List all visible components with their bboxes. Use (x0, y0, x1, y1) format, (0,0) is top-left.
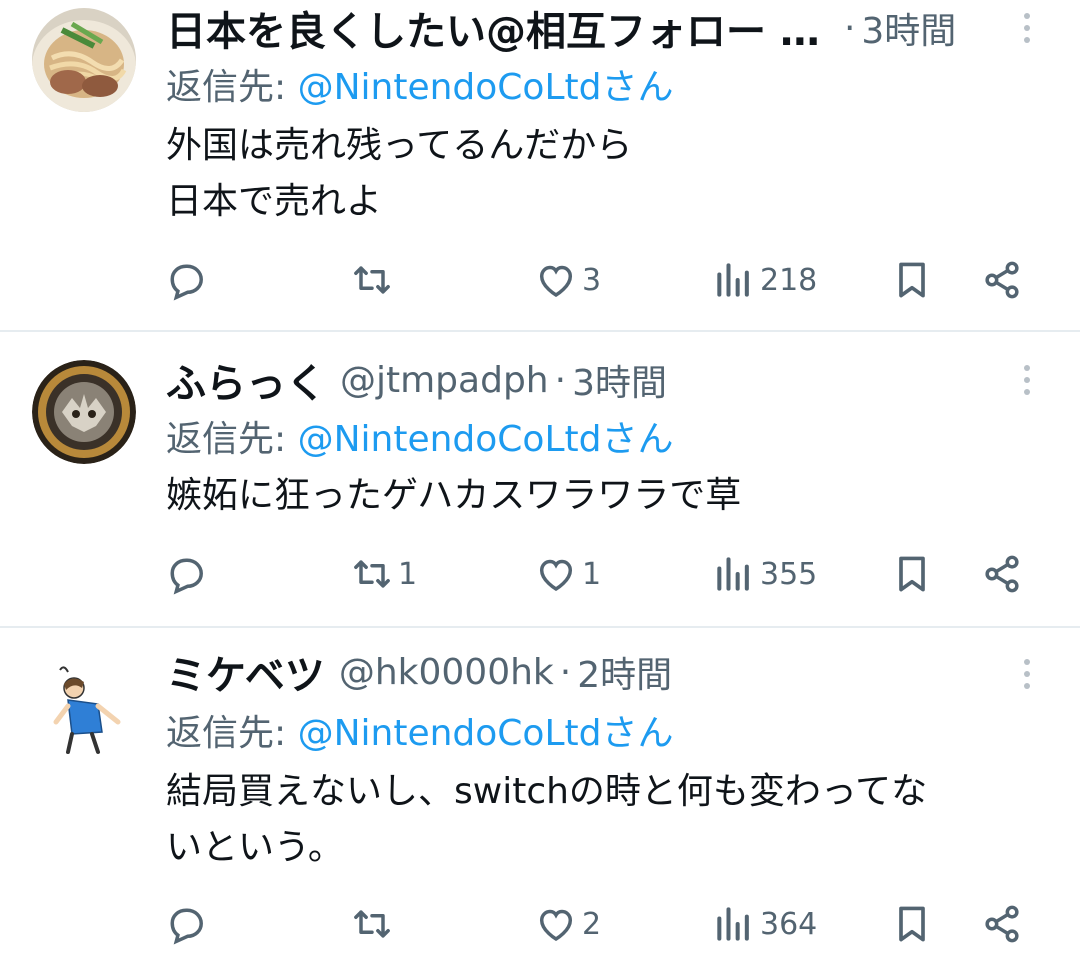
bookmark-button[interactable] (890, 894, 934, 954)
avatar[interactable] (32, 654, 136, 758)
action-bar: 2 364 (0, 894, 1080, 954)
user-handle[interactable]: @jtmpadph (340, 360, 549, 401)
views-button[interactable]: 364 (712, 894, 817, 954)
like-count: 2 (582, 906, 602, 942)
retweet-icon (354, 910, 390, 938)
reply-button[interactable] (164, 544, 212, 604)
views-count: 218 (760, 262, 818, 298)
display-name[interactable]: ミケベツ (166, 643, 325, 701)
retweet-icon (354, 560, 390, 588)
like-count: 3 (582, 262, 602, 298)
reply-prefix: 返信先: (166, 419, 298, 460)
tweet[interactable]: ふらっく @jtmpadph · 3時間 返信先: @NintendoCoLtd… (0, 332, 1080, 626)
avatar[interactable] (32, 360, 136, 464)
more-icon[interactable] (1010, 360, 1044, 400)
tweet-text: 外国は売れ残ってるんだから 日本で売れよ (166, 125, 633, 222)
reply-mention-link[interactable]: @NintendoCoLtdさん (298, 67, 674, 108)
bookmark-button[interactable] (890, 544, 934, 604)
like-button[interactable]: 3 (534, 250, 601, 310)
retweet-button[interactable] (350, 894, 398, 954)
more-icon[interactable] (1010, 8, 1044, 48)
views-icon (717, 907, 749, 941)
tweet[interactable]: ミケベツ @hk0000hk · 2時間 返信先: @NintendoCoLtd… (0, 628, 1080, 945)
bookmark-icon (899, 262, 925, 298)
reply-button[interactable] (164, 250, 212, 310)
reply-mention-link[interactable]: @NintendoCoLtdさん (298, 713, 674, 754)
reply-prefix: 返信先: (166, 713, 298, 754)
reply-icon (170, 264, 203, 301)
reply-to-line: 返信先: @NintendoCoLtdさん (166, 704, 673, 756)
share-button[interactable] (980, 250, 1024, 310)
action-bar: 1 1 355 (0, 544, 1080, 604)
like-count: 1 (582, 556, 602, 592)
tweet-text: 嫉妬に狂ったゲハカスワラワラで草 (166, 475, 742, 516)
tweet-text: 結局買えないし、switchの時と何も変わってな いという。 (166, 771, 928, 868)
separator: · (554, 359, 567, 401)
bookmark-button[interactable] (890, 250, 934, 310)
bookmark-icon (899, 906, 925, 942)
retweet-button[interactable] (350, 250, 398, 310)
bookmark-icon (899, 556, 925, 592)
share-icon (985, 905, 1019, 943)
tweet-header: ふらっく @jtmpadph · 3時間 (166, 352, 667, 408)
views-button[interactable]: 355 (712, 544, 817, 604)
like-button[interactable]: 2 (534, 894, 601, 954)
action-bar: 3 218 (0, 250, 1080, 310)
user-handle[interactable]: @hk0000hk (339, 652, 554, 693)
display-name[interactable]: ふらっく (166, 351, 326, 409)
reply-icon (170, 558, 203, 595)
reply-to-line: 返信先: @NintendoCoLtdさん (166, 410, 673, 462)
share-button[interactable] (980, 894, 1024, 954)
reply-prefix: 返信先: (166, 67, 298, 108)
retweet-count: 1 (398, 556, 418, 592)
avatar[interactable] (32, 8, 136, 112)
timestamp[interactable]: 3時間 (572, 354, 667, 406)
display-name[interactable]: 日本を良くしたい@相互フォロー … (166, 0, 820, 57)
like-icon (539, 265, 573, 298)
more-icon[interactable] (1010, 654, 1044, 694)
like-icon (539, 909, 573, 942)
emblem-avatar-image (32, 360, 136, 464)
reply-button[interactable] (164, 894, 212, 954)
tweet[interactable]: 日本を良くしたい@相互フォロー … · 3時間 返信先: @NintendoCo… (0, 0, 1080, 330)
reply-icon (170, 908, 203, 945)
views-button[interactable]: 218 (712, 250, 817, 310)
reply-to-line: 返信先: @NintendoCoLtdさん (166, 58, 673, 110)
views-icon (717, 557, 749, 591)
separator: · (843, 7, 856, 49)
separator: · (559, 651, 572, 693)
timestamp[interactable]: 3時間 (861, 2, 956, 54)
share-icon (985, 555, 1019, 593)
cartoon-avatar-image (32, 654, 136, 758)
ramen-avatar-image (32, 8, 136, 112)
retweet-icon (354, 266, 390, 294)
like-button[interactable]: 1 (534, 544, 601, 604)
like-icon (539, 559, 573, 592)
share-icon (985, 261, 1019, 299)
timestamp[interactable]: 2時間 (577, 646, 672, 698)
views-count: 355 (760, 556, 818, 592)
tweet-header: ミケベツ @hk0000hk · 2時間 (166, 644, 672, 700)
views-count: 364 (760, 906, 818, 942)
retweet-button[interactable]: 1 (350, 544, 417, 604)
share-button[interactable] (980, 544, 1024, 604)
tweet-header: 日本を良くしたい@相互フォロー … · 3時間 (166, 0, 956, 56)
reply-mention-link[interactable]: @NintendoCoLtdさん (298, 419, 674, 460)
views-icon (717, 263, 749, 297)
